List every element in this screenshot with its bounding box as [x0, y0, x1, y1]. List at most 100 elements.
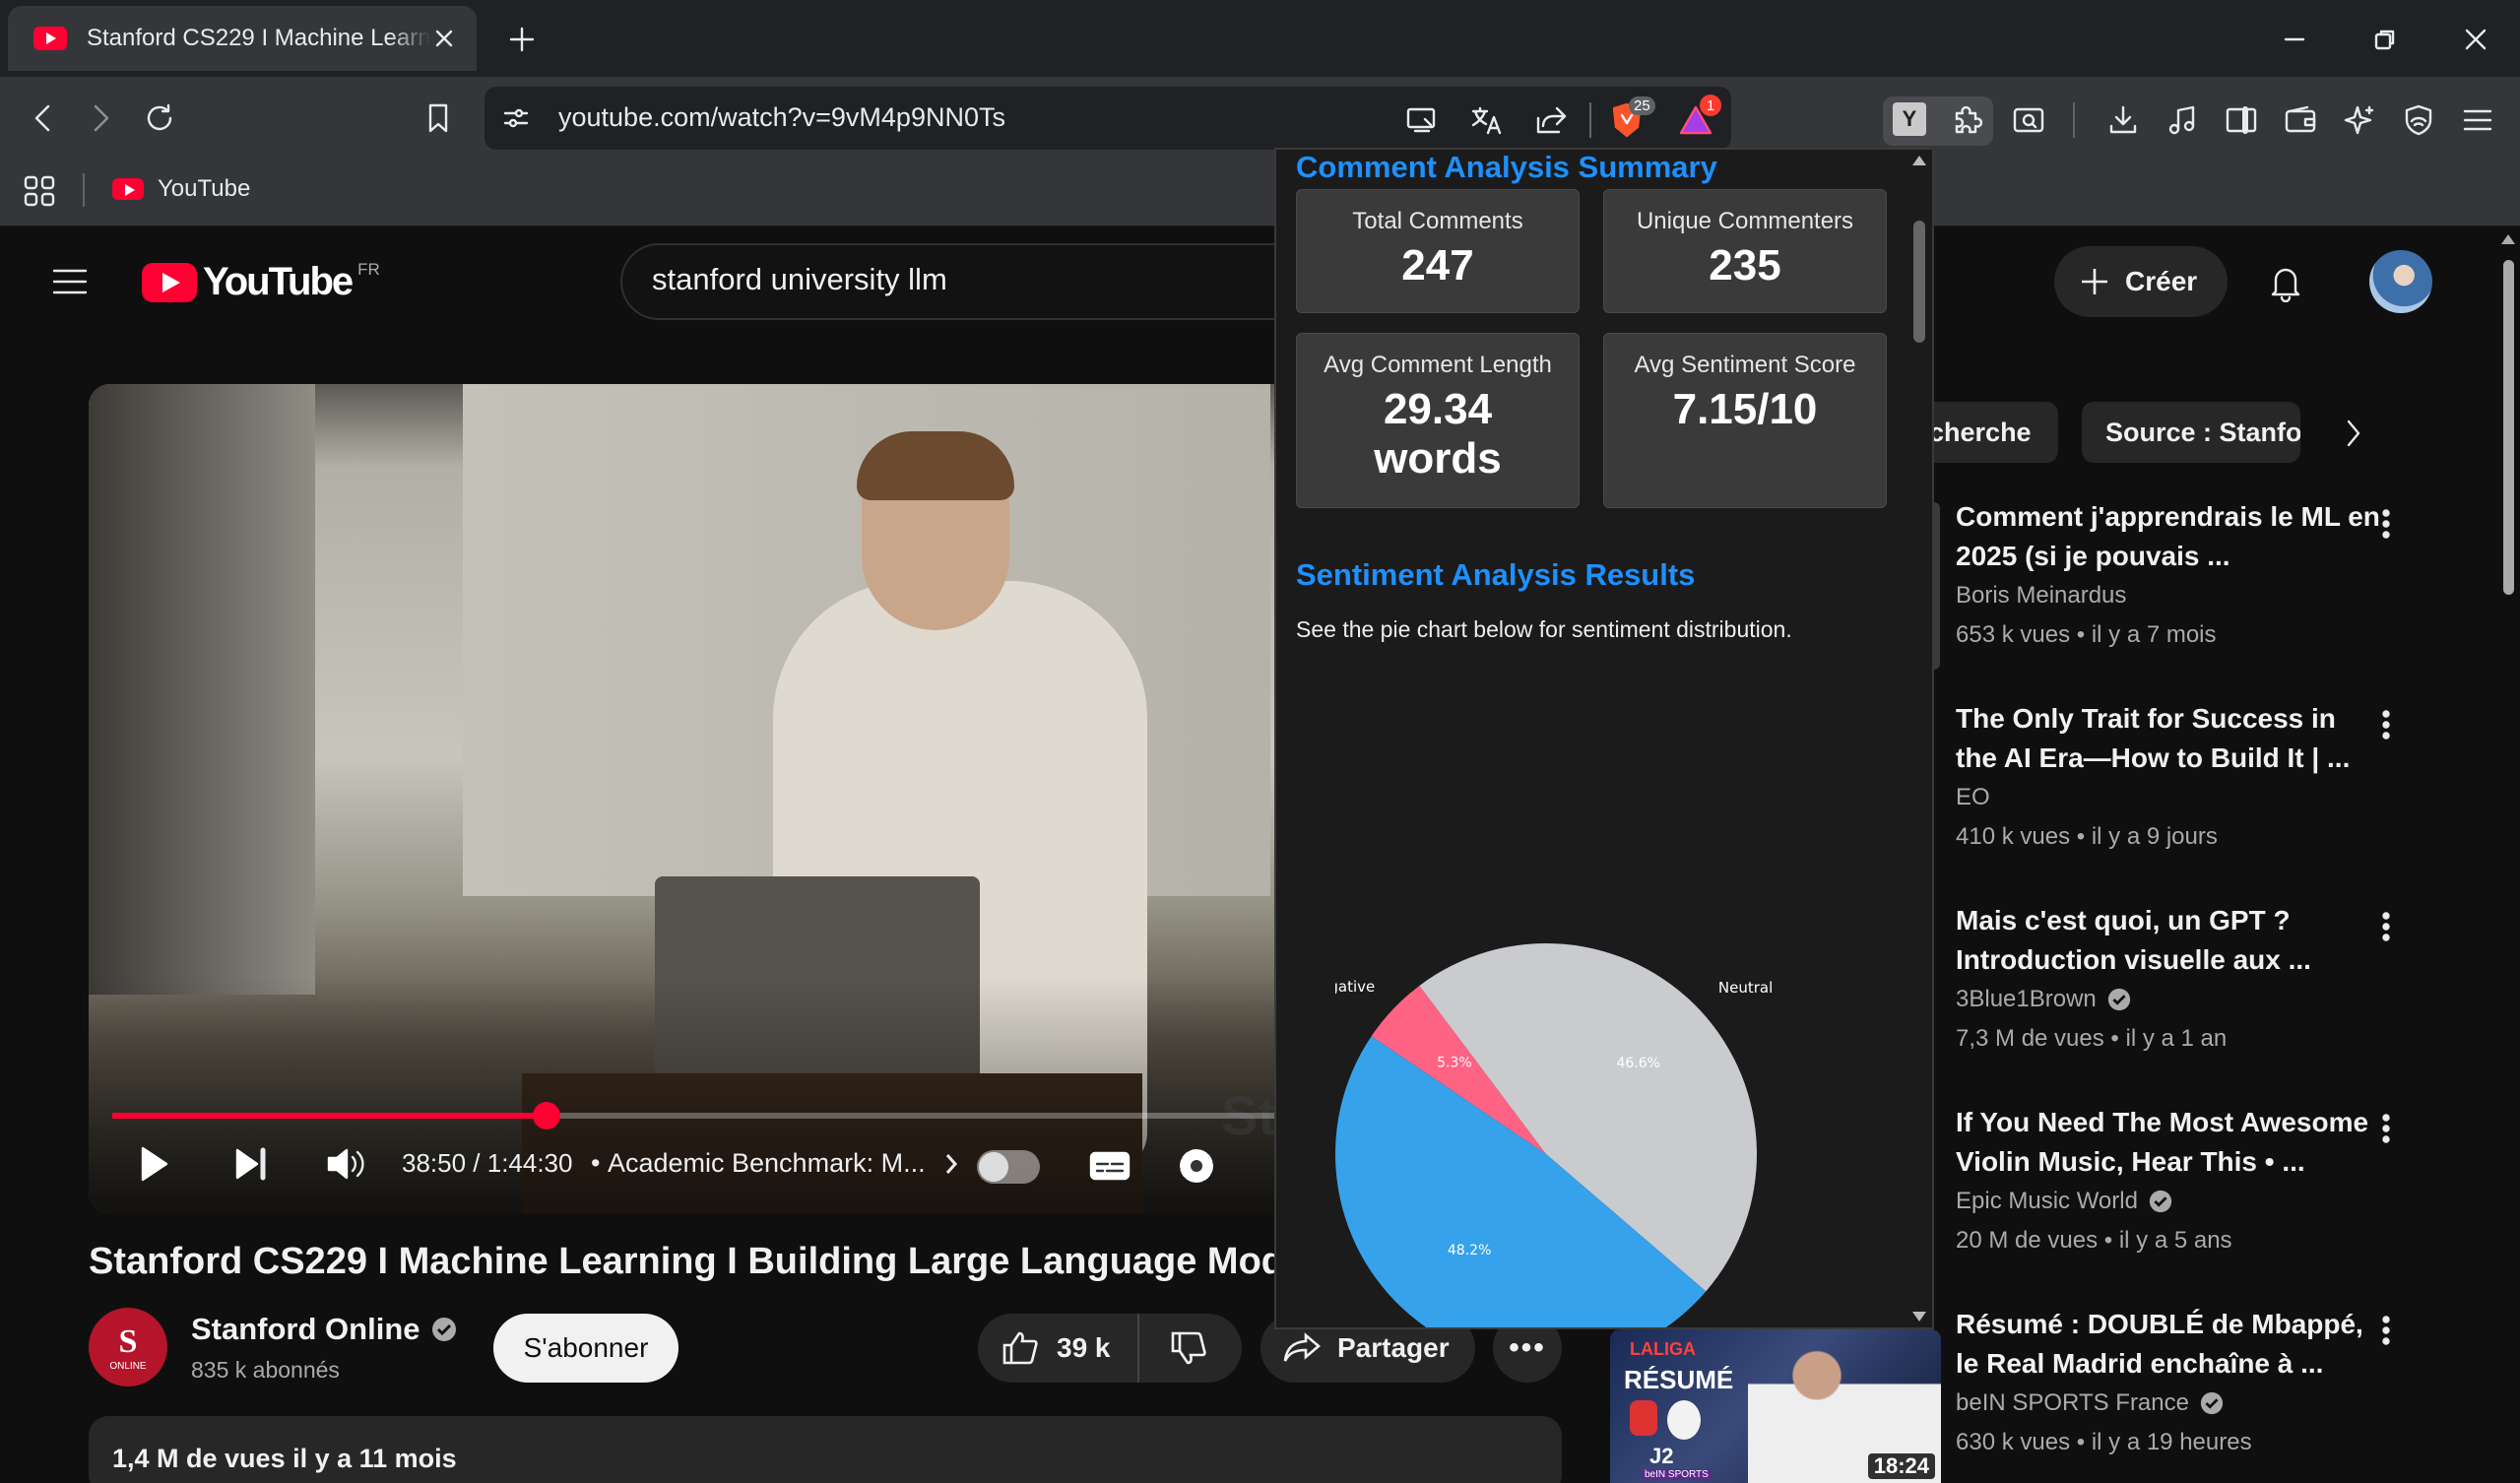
- youtube-logo-text: YouTube: [203, 260, 354, 303]
- progress-bar[interactable]: [112, 1102, 1286, 1129]
- recommended-video[interactable]: Mais c'est quoi, un GPT ? Introduction v…: [1956, 901, 2311, 1059]
- dislike-button[interactable]: [1139, 1314, 1238, 1383]
- thumbs-down-icon: [1171, 1331, 1206, 1365]
- back-icon[interactable]: [24, 98, 63, 138]
- bookmarks-bar: [0, 160, 2520, 226]
- forward-icon[interactable]: [81, 98, 120, 138]
- chips-next-chevron-icon[interactable]: [2334, 412, 2373, 455]
- description-box[interactable]: 1,4 M de vues il y a 11 mois: [89, 1416, 1562, 1483]
- wallet-icon[interactable]: [2281, 100, 2320, 140]
- notifications-bell-icon[interactable]: [2263, 260, 2308, 305]
- close-window-icon[interactable]: [2456, 20, 2495, 59]
- video-player[interactable]: Sta 38:50 / 1:44:30 • Academic Benchmark…: [89, 384, 1310, 1213]
- create-label: Créer: [2125, 266, 2198, 296]
- brave-rewards-icon[interactable]: 1: [1674, 95, 1721, 142]
- bookmark-icon[interactable]: [419, 98, 458, 138]
- browser-tab[interactable]: Stanford CS229 I Machine Learning I Buil…: [8, 6, 477, 71]
- sentiment-pie-chart: 5.3% Negative 46.6% Neutral 48.2% Positive: [1335, 943, 1773, 1329]
- site-settings-icon[interactable]: [498, 100, 534, 136]
- youtube-logo[interactable]: YouTube FR: [142, 260, 380, 304]
- cast-icon[interactable]: [1402, 100, 1442, 140]
- recommended-video[interactable]: If You Need The Most Awesome Violin Musi…: [1956, 1103, 2368, 1260]
- progress-scrubber[interactable]: [533, 1102, 561, 1129]
- comment-analysis-popup: Comment Analysis Summary Total Comments …: [1274, 148, 1934, 1329]
- next-icon[interactable]: [228, 1140, 272, 1188]
- rec-title-line2: Introduction visuelle aux ...: [1956, 944, 2311, 975]
- shields-count-badge: 25: [1629, 97, 1655, 115]
- subscriber-count: 835 k abonnés: [191, 1357, 340, 1383]
- rec-channel: Boris Meinardus: [1956, 582, 2127, 609]
- subtitles-icon[interactable]: [1085, 1142, 1134, 1190]
- page-scrollbar[interactable]: [2497, 228, 2519, 1483]
- recommended-video[interactable]: The Only Trait for Success in the AI Era…: [1956, 699, 2350, 857]
- sidebar-toggle-icon[interactable]: [2222, 100, 2261, 140]
- popup-scrollbar[interactable]: [1906, 150, 1932, 1327]
- chip-source-stanford[interactable]: Source : Stanfor: [2082, 402, 2300, 463]
- channel-avatar[interactable]: S ONLINE: [89, 1308, 167, 1386]
- progress-fill: [112, 1113, 548, 1119]
- guide-menu-icon[interactable]: [47, 262, 93, 301]
- music-icon[interactable]: [2163, 100, 2202, 140]
- thumbnail-edge: [1934, 502, 1940, 670]
- rec-menu-kebab-icon[interactable]: [2369, 705, 2403, 744]
- rec-meta: 410 k vues • il y a 9 jours: [1956, 823, 2218, 850]
- downloads-icon[interactable]: [2103, 100, 2143, 140]
- rec-meta: 20 M de vues • il y a 5 ans: [1956, 1227, 2232, 1254]
- rec-title-line1: Mais c'est quoi, un GPT ?: [1956, 905, 2291, 935]
- page-search-icon[interactable]: [2009, 100, 2048, 140]
- like-button[interactable]: 39 k: [978, 1314, 1139, 1383]
- settings-gear-icon[interactable]: [1172, 1142, 1221, 1190]
- popup-scroll-up-icon: [1912, 156, 1926, 165]
- channel-avatar-text: ONLINE: [109, 1360, 147, 1372]
- new-tab-icon[interactable]: [502, 20, 542, 59]
- rec-menu-kebab-icon[interactable]: [2369, 1109, 2403, 1148]
- vpn-shield-icon[interactable]: [2399, 100, 2438, 140]
- presenter-hair: [857, 431, 1014, 500]
- view-count-date: 1,4 M de vues il y a 11 mois: [112, 1444, 457, 1473]
- search-input[interactable]: stanford university llm: [652, 262, 947, 297]
- rec-menu-kebab-icon[interactable]: [2369, 1311, 2403, 1350]
- translate-icon[interactable]: [1467, 100, 1507, 140]
- rec-thumbnail-laliga[interactable]: LALIGA RÉSUMÉ J2 beIN SPORTS 18:24: [1610, 1329, 1941, 1483]
- leo-ai-icon[interactable]: [2340, 100, 2379, 140]
- url-text[interactable]: youtube.com/watch?v=9vM4p9NN0Ts: [558, 102, 1005, 133]
- chapter-title: Academic Benchmark: M...: [607, 1148, 926, 1178]
- create-button[interactable]: Créer: [2054, 246, 2228, 317]
- extensions-puzzle-icon[interactable]: [1948, 100, 1987, 140]
- rec-channel: Epic Music World: [1956, 1188, 2138, 1214]
- youtube-logo-icon: [142, 262, 197, 302]
- thumb-sponsor: beIN SPORTS: [1642, 1469, 1712, 1480]
- share-page-icon[interactable]: [1532, 100, 1572, 140]
- autoplay-toggle[interactable]: [977, 1150, 1040, 1184]
- volume-icon[interactable]: [321, 1140, 370, 1188]
- stat-card-unique-commenters: Unique Commenters 235: [1603, 189, 1887, 313]
- user-avatar[interactable]: [2369, 250, 2432, 313]
- pie-pct-label: 48.2%: [1448, 1243, 1491, 1258]
- rewards-badge: 1: [1700, 95, 1721, 116]
- minimize-window-icon[interactable]: [2275, 20, 2314, 59]
- rec-menu-kebab-icon[interactable]: [2369, 504, 2403, 544]
- reload-icon[interactable]: [140, 98, 179, 138]
- chapter-button[interactable]: • Academic Benchmark: M...: [591, 1148, 961, 1179]
- play-icon[interactable]: [132, 1140, 175, 1188]
- main-menu-icon[interactable]: [2458, 100, 2497, 140]
- apps-grid-icon[interactable]: [20, 171, 59, 211]
- brave-shields-icon[interactable]: 25: [1605, 97, 1655, 142]
- stat-value: 247: [1401, 241, 1474, 290]
- subscribe-button[interactable]: S'abonner: [493, 1314, 678, 1383]
- bookmark-youtube[interactable]: YouTube: [112, 175, 250, 203]
- channel-name[interactable]: Stanford Online: [191, 1312, 420, 1347]
- restore-window-icon[interactable]: [2365, 20, 2405, 59]
- rec-title-line2: Violin Music, Hear This • ...: [1956, 1146, 2305, 1177]
- close-tab-icon[interactable]: [430, 24, 459, 53]
- pie-category-label: Positive: [1346, 1328, 1403, 1329]
- youtube-favicon-icon: [112, 178, 144, 200]
- rec-menu-kebab-icon[interactable]: [2369, 907, 2403, 946]
- recommended-video[interactable]: Résumé : DOUBLÉ de Mbappé, le Real Madri…: [1956, 1305, 2363, 1462]
- club-crest-oviedo-icon: [1630, 1400, 1657, 1436]
- recommended-video[interactable]: Comment j'apprendrais le ML en 2025 (si …: [1956, 497, 2380, 655]
- rec-meta: 630 k vues • il y a 19 heures: [1956, 1429, 2252, 1455]
- channel-name-row[interactable]: Stanford Online: [191, 1312, 458, 1347]
- comment-analyzer-extension-icon[interactable]: Y: [1893, 102, 1926, 136]
- pie-category-label: Neutral: [1718, 979, 1773, 997]
